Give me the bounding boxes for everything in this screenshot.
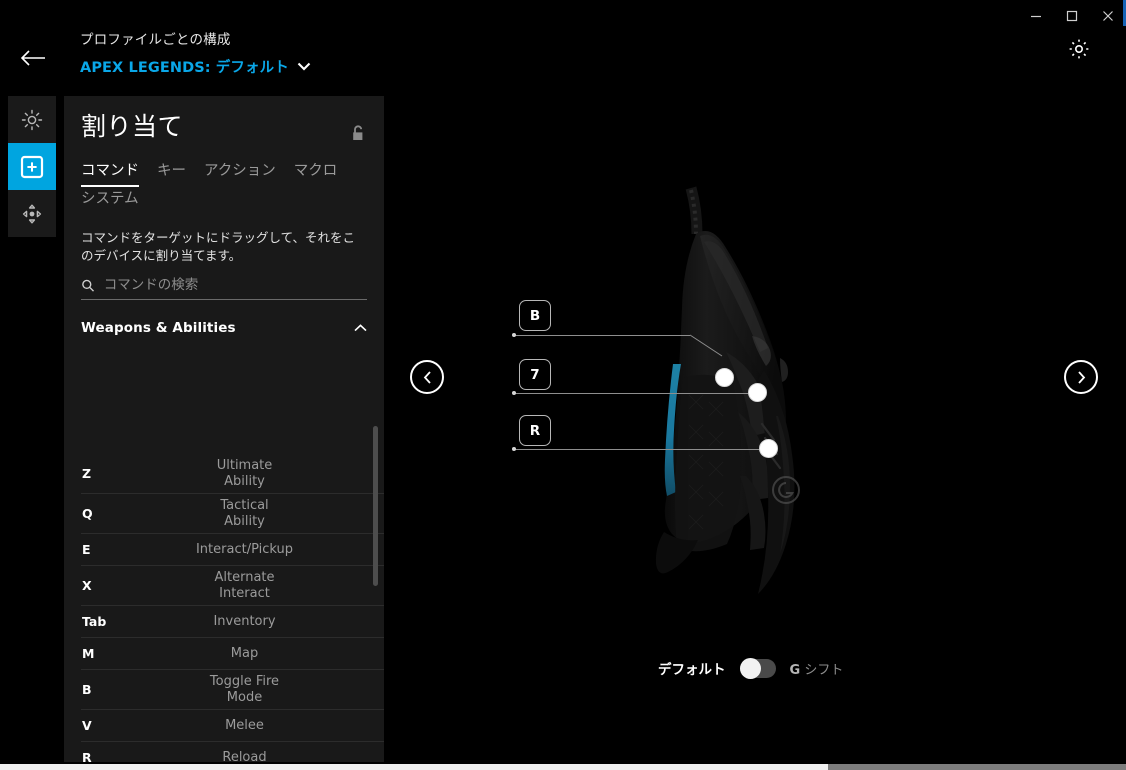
search-icon (82, 279, 94, 292)
assignments-panel: 割り当て コマンド キー アクション マクロ システム コマンドをターゲットにド… (64, 96, 384, 762)
chevron-up-icon (354, 323, 367, 331)
page-title: プロファイルごとの構成 (80, 32, 231, 48)
callout-key-b[interactable]: B (519, 300, 551, 331)
gshift-mode-label: G シフト (790, 659, 844, 678)
back-button[interactable] (16, 44, 50, 72)
category-header-weapons-abilities[interactable]: Weapons & Abilities (64, 314, 384, 341)
callout-node-7[interactable] (748, 383, 767, 402)
command-row[interactable]: Z Ultimate Ability (81, 454, 384, 494)
sidebar-item-sensitivity[interactable] (8, 190, 56, 237)
command-label: Inventory (213, 613, 276, 629)
command-key: Q (82, 506, 93, 521)
command-row[interactable]: Q Tactical Ability (81, 494, 384, 534)
callout-node-r[interactable] (759, 439, 778, 458)
command-label: Map (230, 645, 259, 661)
window-controls (1018, 0, 1126, 32)
gshift-toggle-row: デフォルト G シフト (658, 657, 844, 679)
callout-dot-r (512, 447, 516, 451)
command-label: Toggle Fire Mode (209, 674, 280, 705)
command-row[interactable]: R Reload (81, 742, 384, 762)
callout-dot-7 (512, 391, 516, 395)
command-row[interactable]: M Map (81, 638, 384, 670)
default-mode-label: デフォルト (658, 662, 726, 678)
sidebar-item-assignments[interactable] (8, 143, 56, 190)
sidebar-rail (8, 96, 56, 237)
device-stage: B 7 R デフォルト G シフト (384, 88, 1126, 770)
command-row[interactable]: X Alternate Interact (81, 566, 384, 606)
toggle-knob (739, 657, 761, 679)
command-row[interactable]: E Interact/Pickup (81, 534, 384, 566)
callout-dot-b (512, 333, 516, 337)
command-row[interactable]: B Toggle Fire Mode (81, 670, 384, 710)
callout-node-b[interactable] (715, 368, 734, 387)
prev-device-button[interactable] (410, 360, 444, 394)
next-device-button[interactable] (1064, 360, 1098, 394)
search-row[interactable] (81, 277, 367, 300)
panel-header: 割り当て (64, 96, 384, 146)
profile-selector[interactable]: APEX LEGENDS: デフォルト (80, 56, 311, 77)
command-label: Interact/Pickup (195, 541, 294, 557)
command-label: Tactical Ability (220, 498, 269, 529)
assignment-hint: コマンドをターゲットにドラッグして、それをこのデバイスに割り当てます。 (81, 230, 356, 263)
tab-macros[interactable]: マクロ (294, 161, 338, 187)
command-key: Tab (82, 614, 107, 629)
command-row[interactable]: V Melee (81, 710, 384, 742)
close-button[interactable] (1090, 2, 1126, 30)
bottom-strip-left (0, 764, 828, 770)
bottom-strip (0, 762, 1126, 770)
command-label: Melee (225, 717, 264, 733)
bottom-strip-right (828, 764, 1126, 770)
callout-line-b (514, 335, 690, 336)
chevron-right-icon (1077, 370, 1085, 384)
panel-title: 割り当て (81, 112, 184, 141)
callout-line-7 (514, 393, 749, 394)
callout-key-r[interactable]: R (519, 415, 551, 446)
command-key: V (82, 718, 92, 733)
chevron-down-icon (297, 62, 311, 71)
unlocked-padlock-icon[interactable] (351, 125, 366, 146)
gshift-suffix: シフト (804, 662, 844, 678)
search-input[interactable] (103, 277, 367, 293)
callout-line-r (514, 449, 760, 450)
minimize-button[interactable] (1018, 2, 1054, 30)
gshift-prefix: G (789, 662, 801, 678)
gear-icon[interactable] (1065, 35, 1093, 63)
command-key: B (82, 682, 92, 697)
command-key: M (82, 646, 95, 661)
tab-actions[interactable]: アクション (204, 161, 276, 187)
category-title: Weapons & Abilities (81, 319, 236, 336)
sidebar-item-lighting[interactable] (8, 96, 56, 143)
chevron-left-icon (423, 370, 431, 384)
gshift-toggle[interactable] (739, 657, 776, 679)
command-label: Ultimate Ability (216, 458, 273, 489)
command-list[interactable]: Z Ultimate Ability Q Tactical Ability E Inter… (64, 454, 384, 762)
maximize-button[interactable] (1054, 2, 1090, 30)
tab-keys[interactable]: キー (157, 161, 186, 187)
command-label: Alternate Interact (214, 570, 275, 601)
tab-commands[interactable]: コマンド (81, 161, 139, 187)
assignment-tabs: コマンド キー アクション マクロ システム (64, 146, 384, 213)
command-label: Reload (222, 749, 267, 762)
profile-name: APEX LEGENDS: デフォルト (80, 60, 289, 76)
header: プロファイルごとの構成 APEX LEGENDS: デフォルト (80, 31, 311, 77)
callout-leader-b (689, 334, 723, 357)
panel-scrollbar[interactable] (373, 426, 378, 586)
tab-system[interactable]: システム (81, 189, 139, 213)
command-row[interactable]: Tab Inventory (81, 606, 384, 638)
logitech-g502-mouse (655, 186, 800, 594)
callout-key-7[interactable]: 7 (519, 359, 551, 390)
command-key: Z (82, 466, 92, 481)
command-key: X (82, 578, 92, 593)
command-key: E (82, 542, 91, 557)
command-key: R (82, 750, 92, 762)
